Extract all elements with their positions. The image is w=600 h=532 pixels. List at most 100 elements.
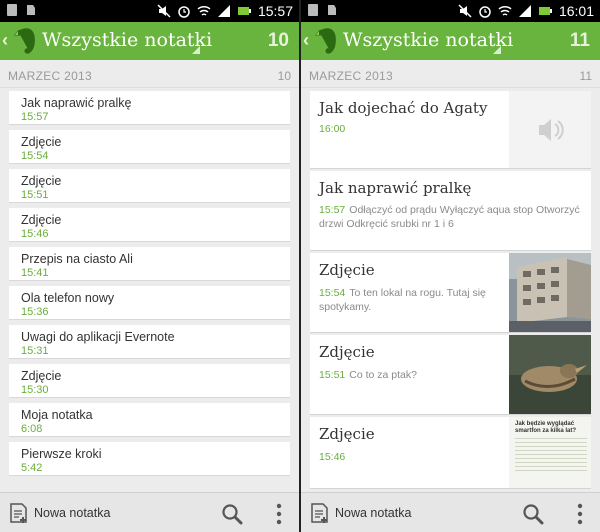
new-note-button[interactable]: Nowa notatka bbox=[309, 502, 411, 524]
article-headline: Jak będzie wyglądać smartfon za kilka la… bbox=[515, 421, 577, 434]
section-month: MARZEC 2013 bbox=[8, 69, 92, 83]
overflow-menu-icon[interactable] bbox=[577, 503, 583, 525]
back-chevron-icon[interactable]: ‹ bbox=[303, 30, 309, 51]
wifi-icon bbox=[498, 5, 512, 16]
section-header: MARZEC 2013 10 bbox=[0, 60, 299, 88]
note-card[interactable]: Zdjęcie 15:51 Co to za ptak? bbox=[310, 335, 591, 415]
alarm-icon bbox=[479, 6, 491, 18]
note-time: 15:30 bbox=[21, 384, 49, 396]
note-title: Zdjęcie bbox=[21, 135, 62, 149]
note-title: Zdjęcie bbox=[319, 425, 375, 443]
dropdown-indicator-icon bbox=[192, 46, 200, 54]
note-card[interactable]: Zdjęcie 15:46 Jak będzie wyglądać smartf… bbox=[310, 417, 591, 489]
list-item[interactable]: Ola telefon nowy 15:36 bbox=[9, 286, 290, 320]
evernote-logo-icon[interactable] bbox=[12, 27, 38, 55]
note-card[interactable]: Jak dojechać do Agaty 16:00 bbox=[310, 91, 591, 169]
note-time: 15:57 bbox=[21, 111, 49, 123]
section-header: MARZEC 2013 11 bbox=[301, 60, 600, 88]
note-time: 16:00 bbox=[319, 123, 346, 135]
list-item[interactable]: Przepis na ciasto Ali 15:41 bbox=[9, 247, 290, 281]
list-item[interactable]: Uwagi do aplikacji Evernote 15:31 bbox=[9, 325, 290, 359]
overflow-menu-icon[interactable] bbox=[276, 503, 282, 525]
note-title: Ola telefon nowy bbox=[21, 291, 115, 305]
note-snippet: Co to za ptak? bbox=[349, 369, 417, 381]
search-icon[interactable] bbox=[522, 503, 544, 525]
signal-icon bbox=[218, 5, 230, 17]
status-time: 15:57 bbox=[257, 3, 293, 19]
note-time: 15:51 bbox=[319, 369, 346, 381]
list-item[interactable]: Jak naprawić pralkę 15:57 bbox=[9, 91, 290, 125]
status-bar: 15:57 bbox=[0, 0, 299, 22]
note-meta: 15:46 bbox=[319, 450, 503, 464]
note-meta: 15:54 To ten lokal na rogu. Tutaj się spo… bbox=[319, 286, 503, 314]
note-title: Zdjęcie bbox=[319, 261, 375, 279]
note-time: 5:42 bbox=[21, 462, 43, 474]
section-count: 10 bbox=[277, 69, 291, 83]
note-title: Przepis na ciasto Ali bbox=[21, 252, 133, 266]
right-phone-screen: 16:01 ‹ Wszystkie notatki 11 MARZEC 2013… bbox=[301, 0, 600, 532]
list-item[interactable]: Pierwsze kroki 5:42 bbox=[9, 442, 290, 476]
battery-icon bbox=[539, 7, 552, 15]
evernote-logo-icon[interactable] bbox=[313, 27, 339, 55]
note-title: Zdjęcie bbox=[21, 174, 62, 188]
storage-icon bbox=[308, 4, 318, 16]
list-item[interactable]: Zdjęcie 15:30 bbox=[9, 364, 290, 398]
note-time: 15:51 bbox=[21, 189, 49, 201]
note-title: Zdjęcie bbox=[21, 213, 62, 227]
note-snippet: Odłączyć od prądu Wyłączyć aqua stop Otw… bbox=[319, 204, 580, 230]
notebook-title[interactable]: Wszystkie notatki bbox=[343, 29, 513, 51]
note-title: Pierwsze kroki bbox=[21, 447, 102, 461]
section-month: MARZEC 2013 bbox=[309, 69, 393, 83]
note-card[interactable]: Jak naprawić pralkę 15:57 Odłączyć od prą… bbox=[310, 171, 591, 251]
note-title: Zdjęcie bbox=[319, 343, 375, 361]
evernote-notification-icon bbox=[27, 5, 35, 15]
note-time: 15:57 bbox=[319, 204, 346, 216]
new-note-label: Nowa notatka bbox=[34, 506, 111, 520]
note-title: Uwagi do aplikacji Evernote bbox=[21, 330, 175, 344]
note-title: Jak naprawić pralkę bbox=[319, 179, 472, 197]
new-note-icon bbox=[10, 503, 27, 523]
alarm-icon bbox=[178, 6, 190, 18]
evernote-notification-icon bbox=[328, 5, 336, 15]
note-time: 15:41 bbox=[21, 267, 49, 279]
bottom-bar: Nowa notatka bbox=[0, 492, 299, 532]
note-card[interactable]: Zdjęcie 15:54 To ten lokal na rogu. Tutaj… bbox=[310, 253, 591, 333]
note-time: 15:46 bbox=[319, 451, 346, 463]
article-photo: Jak będzie wyglądać smartfon za kilka la… bbox=[509, 417, 591, 488]
bird-photo bbox=[509, 335, 591, 414]
storage-icon bbox=[7, 4, 17, 16]
status-bar: 16:01 bbox=[301, 0, 600, 22]
list-item[interactable]: Zdjęcie 15:46 bbox=[9, 208, 290, 242]
note-title: Jak naprawić pralkę bbox=[21, 96, 132, 110]
mute-icon bbox=[157, 4, 171, 18]
search-icon[interactable] bbox=[221, 503, 243, 525]
status-time: 16:01 bbox=[558, 3, 594, 19]
note-title: Jak dojechać do Agaty bbox=[319, 99, 488, 117]
note-meta: 15:51 Co to za ptak? bbox=[319, 368, 503, 382]
action-bar: ‹ Wszystkie notatki 11 bbox=[301, 22, 600, 60]
note-time: 6:08 bbox=[21, 423, 43, 435]
note-time: 15:46 bbox=[21, 228, 49, 240]
mute-icon bbox=[458, 4, 472, 18]
list-item[interactable]: Zdjęcie 15:51 bbox=[9, 169, 290, 203]
wifi-icon bbox=[197, 5, 211, 16]
note-time: 15:31 bbox=[21, 345, 49, 357]
list-item[interactable]: Moja notatka 6:08 bbox=[9, 403, 290, 437]
left-phone-screen: 15:57 ‹ Wszystkie notatki 10 MARZEC 2013… bbox=[0, 0, 299, 532]
back-chevron-icon[interactable]: ‹ bbox=[2, 30, 8, 51]
audio-icon bbox=[539, 119, 564, 141]
audio-thumbnail bbox=[509, 91, 591, 168]
notebook-title[interactable]: Wszystkie notatki bbox=[42, 29, 212, 51]
new-note-label: Nowa notatka bbox=[335, 506, 412, 520]
note-title: Zdjęcie bbox=[21, 369, 62, 383]
notes-count: 10 bbox=[267, 30, 289, 51]
note-time: 15:54 bbox=[319, 287, 346, 299]
section-count: 11 bbox=[579, 69, 592, 83]
new-note-button[interactable]: Nowa notatka bbox=[8, 502, 110, 524]
dropdown-indicator-icon bbox=[493, 46, 501, 54]
list-item[interactable]: Zdjęcie 15:54 bbox=[9, 130, 290, 164]
new-note-icon bbox=[311, 503, 328, 523]
bottom-bar: Nowa notatka bbox=[301, 492, 600, 532]
note-title: Moja notatka bbox=[21, 408, 93, 422]
note-meta: 15:57 Odłączyć od prądu Wyłączyć aqua sto… bbox=[319, 203, 583, 231]
